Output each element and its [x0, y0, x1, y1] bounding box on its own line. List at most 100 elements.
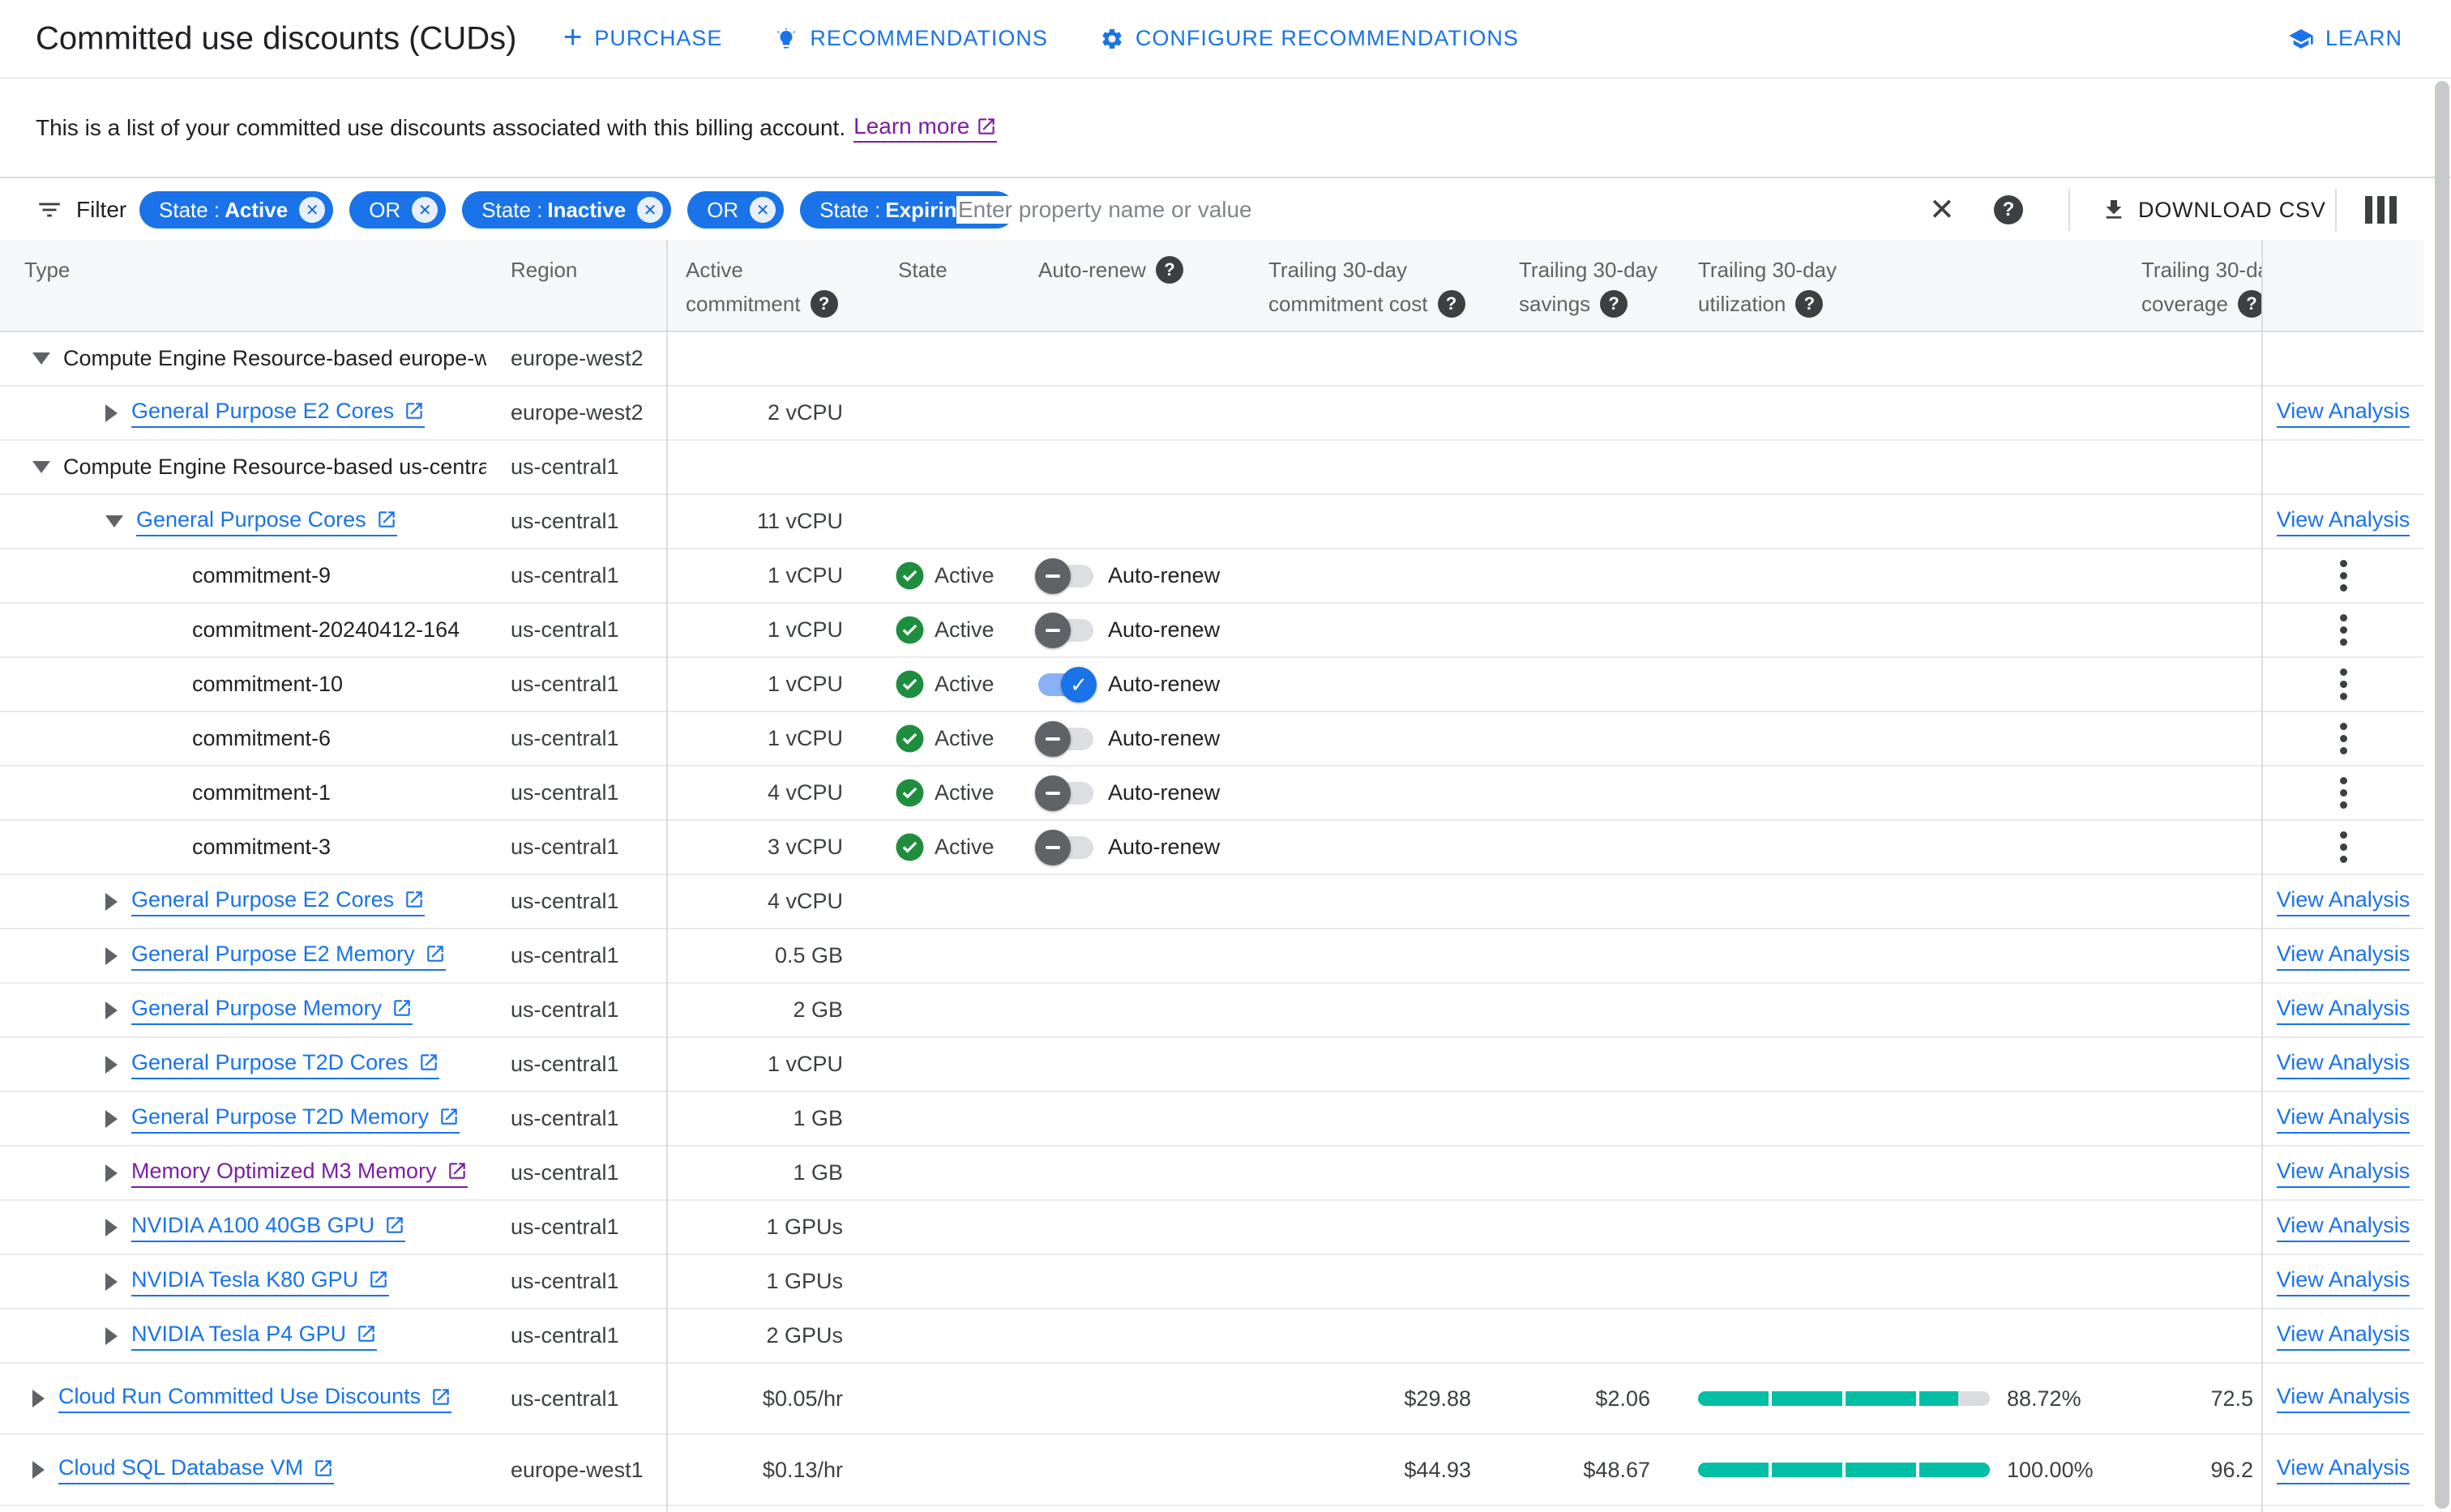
configure-recommendations-button[interactable]: CONFIGURE RECOMMENDATIONS [1100, 26, 1519, 51]
filter-help-button[interactable]: ? [1994, 195, 2023, 224]
action-cell: View Analysis [2263, 1147, 2423, 1199]
autorenew-toggle[interactable] [1035, 829, 1097, 865]
type-link[interactable]: General Purpose E2 Cores [131, 886, 426, 916]
help-icon[interactable]: ? [810, 290, 838, 318]
filter-chip[interactable]: OR ✕ [349, 191, 447, 229]
filter-chip[interactable]: State : Inactive ✕ [462, 191, 672, 229]
state-label: Active [935, 780, 995, 805]
plus-icon: + [563, 19, 584, 55]
type-link[interactable]: Cloud Run Committed Use Discounts [58, 1384, 452, 1413]
type-cell: commitment-6 [192, 712, 486, 765]
type-link-label: General Purpose E2 Cores [131, 886, 395, 912]
view-analysis-link[interactable]: View Analysis [2276, 942, 2410, 971]
action-cell [2263, 658, 2423, 711]
page-description: This is a list of your committed use dis… [0, 79, 2451, 177]
more-options-button[interactable] [2335, 718, 2352, 759]
type-link[interactable]: General Purpose Memory [131, 996, 413, 1025]
chip-remove-icon[interactable]: ✕ [637, 197, 664, 223]
type-link[interactable]: General Purpose T2D Memory [131, 1104, 460, 1134]
table-row: Compute Engine Resource-based europe-w eu… [0, 332, 2423, 387]
view-analysis-link[interactable]: View Analysis [2276, 1322, 2410, 1351]
expand-arrow-icon[interactable] [105, 892, 118, 911]
learn-button[interactable]: LEARN [2283, 0, 2407, 77]
type-link[interactable]: Cloud SQL Database VM [58, 1455, 335, 1484]
view-analysis-link[interactable]: View Analysis [2276, 1159, 2410, 1188]
purchase-button[interactable]: + PURCHASE [563, 19, 722, 55]
column-display-button[interactable] [2365, 196, 2397, 224]
help-icon[interactable]: ? [1795, 290, 1824, 318]
expand-arrow-icon[interactable] [32, 1390, 45, 1407]
type-link[interactable]: General Purpose Cores [136, 507, 397, 536]
table-row: Memory Optimized M3 Memory us-central1 1 G… [0, 1147, 2423, 1201]
collapse-arrow-icon[interactable] [32, 352, 50, 365]
more-options-button[interactable] [2335, 609, 2352, 651]
filter-chip[interactable]: OR ✕ [687, 191, 785, 229]
state-label: Active [935, 617, 995, 642]
more-options-button[interactable] [2335, 772, 2352, 814]
type-link[interactable]: NVIDIA A100 40GB GPU [131, 1213, 406, 1242]
autorenew-label: Auto-renew [1108, 835, 1221, 859]
expand-arrow-icon[interactable] [105, 1001, 118, 1019]
view-analysis-link[interactable]: View Analysis [2276, 1213, 2410, 1242]
more-options-button[interactable] [2335, 664, 2352, 705]
help-icon[interactable]: ? [1155, 256, 1183, 284]
type-link[interactable]: General Purpose E2 Cores [131, 399, 426, 428]
autorenew-toggle[interactable]: ✓ [1035, 666, 1097, 703]
expand-arrow-icon[interactable] [105, 946, 118, 965]
view-analysis-link[interactable]: View Analysis [2276, 1267, 2410, 1296]
type-link[interactable]: NVIDIA Tesla P4 GPU [131, 1322, 378, 1351]
filter-input[interactable] [956, 196, 1851, 224]
utilization-bar [1698, 1391, 1990, 1406]
view-analysis-link[interactable]: View Analysis [2276, 399, 2410, 428]
autorenew-toggle[interactable] [1035, 612, 1097, 648]
action-cell: View Analysis [2263, 1038, 2423, 1091]
help-icon[interactable]: ? [1600, 290, 1628, 318]
learn-more-link[interactable]: Learn more [853, 113, 998, 143]
autorenew-toggle[interactable] [1035, 775, 1097, 811]
expand-arrow-icon[interactable] [105, 1164, 118, 1182]
state-badge: Active [895, 615, 995, 645]
view-analysis-link[interactable]: View Analysis [2276, 1455, 2410, 1484]
view-analysis-link[interactable]: View Analysis [2276, 1104, 2410, 1134]
table-row: commitment-1 us-central1 4 vCPU Active Auto-… [0, 767, 2423, 821]
type-link[interactable]: General Purpose E2 Memory [131, 942, 446, 971]
external-link-icon [358, 1326, 374, 1342]
recommendations-button[interactable]: RECOMMENDATIONS [774, 26, 1048, 51]
collapse-arrow-icon[interactable] [32, 461, 50, 473]
chip-remove-icon[interactable]: ✕ [750, 197, 776, 223]
expand-arrow-icon[interactable] [105, 1326, 118, 1345]
collapse-arrow-icon[interactable] [105, 515, 123, 527]
view-analysis-link[interactable]: View Analysis [2276, 1050, 2410, 1079]
type-link[interactable]: NVIDIA Tesla K80 GPU [131, 1267, 390, 1296]
commitment-cell: 1 GPUs [766, 1215, 843, 1239]
autorenew-toggle[interactable] [1035, 557, 1097, 594]
region-cell: us-central1 [511, 943, 619, 967]
chip-remove-icon[interactable]: ✕ [299, 197, 326, 223]
view-analysis-link[interactable]: View Analysis [2276, 1384, 2410, 1413]
action-cell: View Analysis [2263, 387, 2423, 439]
expand-arrow-icon[interactable] [105, 1109, 118, 1128]
view-analysis-link[interactable]: View Analysis [2276, 507, 2410, 536]
clear-filters-button[interactable]: ✕ [1929, 192, 1955, 229]
type-cell: NVIDIA Tesla P4 GPU [105, 1309, 486, 1362]
expand-arrow-icon[interactable] [32, 1461, 45, 1479]
expand-arrow-icon[interactable] [105, 404, 118, 422]
type-cell: General Purpose T2D Cores [105, 1038, 486, 1091]
more-options-button[interactable] [2335, 555, 2352, 596]
help-icon[interactable]: ? [2237, 290, 2261, 318]
expand-arrow-icon[interactable] [105, 1272, 118, 1291]
expand-arrow-icon[interactable] [105, 1055, 118, 1074]
view-analysis-link[interactable]: View Analysis [2276, 887, 2410, 916]
vertical-scrollbar[interactable] [2435, 81, 2449, 1509]
more-options-button[interactable] [2335, 826, 2352, 868]
autorenew-label: Auto-renew [1108, 726, 1221, 750]
type-link[interactable]: General Purpose T2D Cores [131, 1050, 439, 1079]
type-link[interactable]: Memory Optimized M3 Memory [131, 1159, 468, 1188]
filter-chip[interactable]: State : Active ✕ [139, 191, 334, 229]
chip-remove-icon[interactable]: ✕ [412, 197, 438, 223]
autorenew-toggle[interactable] [1035, 720, 1097, 757]
help-icon[interactable]: ? [1437, 290, 1465, 318]
expand-arrow-icon[interactable] [105, 1218, 118, 1237]
view-analysis-link[interactable]: View Analysis [2276, 996, 2410, 1025]
download-csv-button[interactable]: DOWNLOAD CSV [2101, 197, 2326, 223]
